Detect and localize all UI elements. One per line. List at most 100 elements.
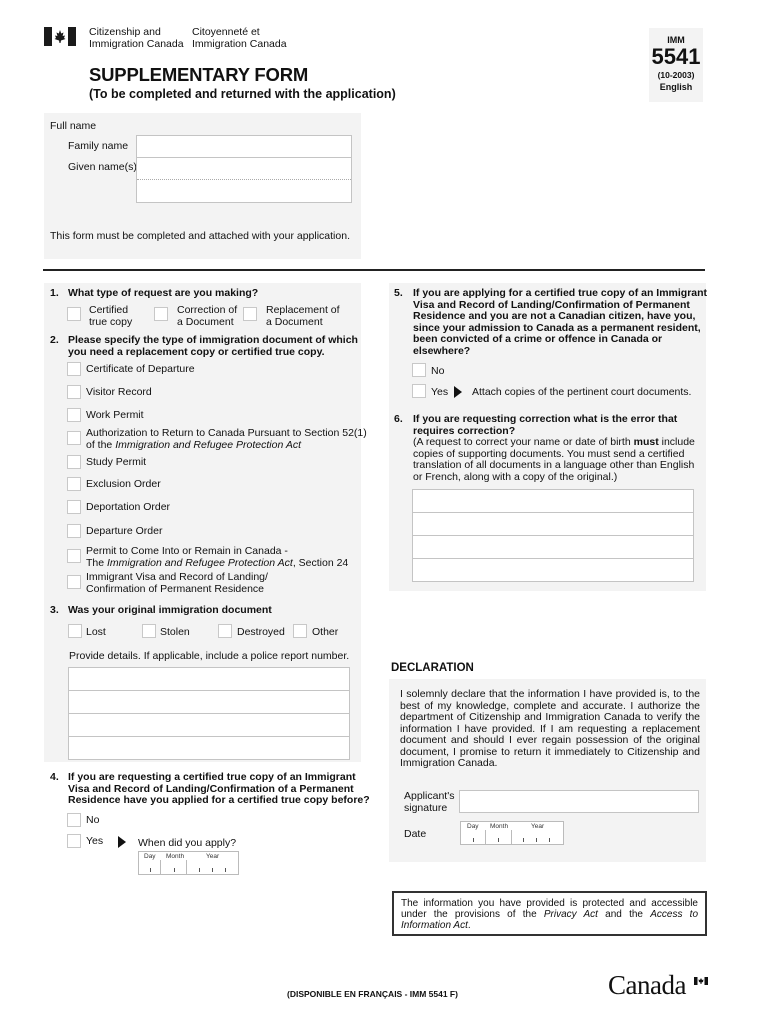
full-name-label: Full name	[50, 120, 97, 132]
date-tick	[498, 838, 499, 842]
date-separator	[485, 830, 486, 844]
page-title: SUPPLEMENTARY FORM	[89, 64, 309, 85]
q2-authorization-to-return-checkbox[interactable]	[67, 431, 81, 445]
date-tick	[174, 868, 175, 872]
canada-wordmark: Canada	[608, 970, 686, 1000]
date-separator	[160, 860, 161, 874]
name-fields	[136, 135, 352, 203]
department-name-en: Citizenship and Immigration Canada	[89, 26, 184, 50]
q3-stolen-checkbox[interactable]	[142, 624, 156, 638]
form-notice: This form must be completed and attached…	[50, 230, 350, 242]
privacy-notice: The information you have provided is pro…	[392, 891, 707, 936]
q3-details-textarea[interactable]	[68, 667, 350, 760]
q4-number: 4.	[50, 771, 59, 783]
q4-yes-checkbox[interactable]	[67, 834, 81, 848]
q1-number: 1.	[50, 287, 59, 299]
date-tick	[549, 838, 550, 842]
date-tick	[212, 868, 213, 872]
department-name-fr: Citoyenneté et Immigration Canada	[192, 26, 287, 50]
date-tick	[523, 838, 524, 842]
year-label: Year	[206, 853, 220, 860]
declaration-panel: I solemnly declare that the information …	[389, 679, 706, 862]
q1-correction-checkbox[interactable]	[154, 307, 168, 321]
declaration-title: DECLARATION	[391, 662, 474, 674]
form-language: English	[659, 82, 693, 92]
q2-option-label: Deportation Order	[86, 501, 171, 513]
day-label: Day	[144, 853, 156, 860]
q5-question: If you are applying for a certified true…	[413, 287, 708, 357]
q5-no-label: No	[431, 365, 445, 377]
date-label: Date	[404, 828, 427, 840]
q6-number: 6.	[394, 413, 403, 425]
canada-flag-icon	[44, 27, 76, 46]
q1-replacement-checkbox[interactable]	[243, 307, 257, 321]
signature-label: Applicant's signature	[404, 790, 455, 814]
q2-departure-order-checkbox[interactable]	[67, 524, 81, 538]
day-label: Day	[467, 823, 479, 830]
q5-number: 5.	[394, 287, 403, 299]
given-names-input-line2[interactable]	[137, 180, 351, 202]
date-tick	[199, 868, 200, 872]
arrow-right-icon	[454, 386, 462, 398]
date-tick	[150, 868, 151, 872]
q3-other-checkbox[interactable]	[293, 624, 307, 638]
arrow-right-icon	[118, 836, 126, 848]
q4-question: If you are requesting a certified true c…	[68, 771, 370, 806]
q3-details-label: Provide details. If applicable, include …	[69, 650, 350, 662]
q2-option-label: Certificate of Departure	[86, 363, 195, 375]
form-number-badge: IMM 5541 (10-2003) English	[649, 28, 703, 102]
privacy-text: The information you have provided is pro…	[401, 898, 699, 931]
wordmark-flag-icon	[694, 972, 708, 985]
q2-certificate-of-departure-checkbox[interactable]	[67, 362, 81, 376]
q2-option-label: Departure Order	[86, 525, 163, 537]
declaration-text: I solemnly declare that the information …	[400, 688, 700, 769]
q4-when-label: When did you apply?	[138, 837, 237, 849]
date-separator	[511, 830, 512, 844]
q4-no-label: No	[86, 814, 100, 826]
q1-question: What type of request are you making?	[68, 287, 259, 299]
date-separator	[186, 860, 187, 874]
q2-option-label: Authorization to Return to Canada Pursua…	[86, 427, 367, 451]
year-label: Year	[531, 823, 545, 830]
declaration-date-field[interactable]: Day Month Year	[460, 821, 564, 845]
q3-number: 3.	[50, 604, 59, 616]
month-label: Month	[166, 853, 185, 860]
q1-certified-true-copy-checkbox[interactable]	[67, 307, 81, 321]
family-name-input[interactable]	[137, 136, 351, 158]
q5-yes-checkbox[interactable]	[412, 384, 426, 398]
q1-option-certified-label: Certified true copy	[89, 304, 133, 328]
q3-destroyed-checkbox[interactable]	[218, 624, 232, 638]
q5-no-checkbox[interactable]	[412, 363, 426, 377]
dept-fr-line1: Citoyenneté et	[192, 26, 260, 38]
dept-fr-line2: Immigration Canada	[192, 38, 287, 50]
signature-field[interactable]	[459, 790, 699, 813]
french-availability-notice: (DISPONIBLE EN FRANÇAIS - IMM 5541 F)	[287, 989, 458, 999]
q4-date-field[interactable]: Day Month Year	[138, 851, 239, 875]
q6-error-textarea[interactable]	[412, 489, 694, 582]
given-names-label: Given name(s)	[68, 161, 137, 173]
date-tick	[473, 838, 474, 842]
family-name-label: Family name	[68, 140, 129, 152]
q2-study-permit-checkbox[interactable]	[67, 455, 81, 469]
q3-option-label: Lost	[86, 626, 106, 638]
month-label: Month	[490, 823, 509, 830]
date-tick	[225, 868, 226, 872]
q2-question: Please specify the type of immigration d…	[68, 334, 358, 358]
q2-exclusion-order-checkbox[interactable]	[67, 477, 81, 491]
q1-option-correction-label: Correction of a Document	[177, 304, 238, 328]
q4-yes-label: Yes	[86, 835, 104, 847]
q3-lost-checkbox[interactable]	[68, 624, 82, 638]
q2-option-label: Visitor Record	[86, 386, 152, 398]
q2-visitor-record-checkbox[interactable]	[67, 385, 81, 399]
q2-option-label: Exclusion Order	[86, 478, 161, 490]
given-names-input[interactable]	[137, 158, 351, 180]
q3-option-label: Stolen	[160, 626, 190, 638]
q2-deportation-order-checkbox[interactable]	[67, 500, 81, 514]
q2-work-permit-checkbox[interactable]	[67, 408, 81, 422]
q2-permit-to-come-into-checkbox[interactable]	[67, 549, 81, 563]
section-divider	[43, 269, 705, 271]
q3-option-label: Other	[312, 626, 339, 638]
q2-option-label: Immigrant Visa and Record of Landing/ Co…	[86, 571, 268, 595]
q4-no-checkbox[interactable]	[67, 813, 81, 827]
q2-immigrant-visa-checkbox[interactable]	[67, 575, 81, 589]
